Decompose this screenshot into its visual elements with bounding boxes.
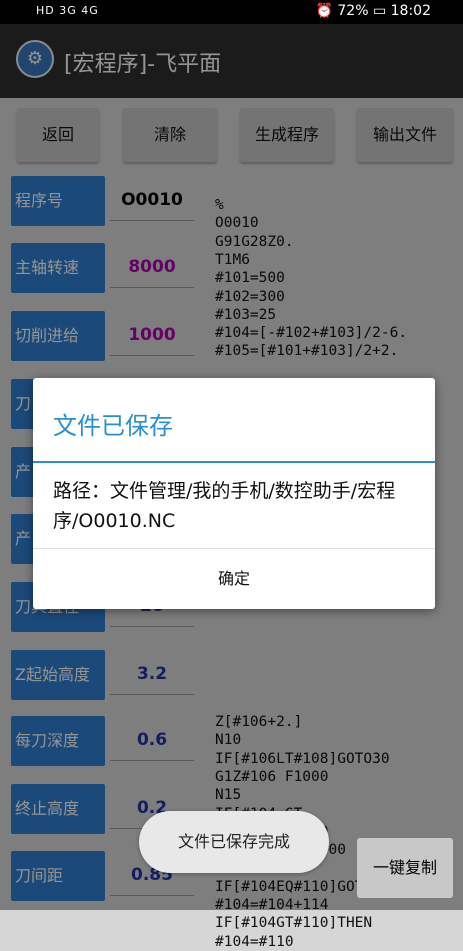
- status-right: ⏰ 72% ▭ 18:02: [315, 3, 431, 19]
- toast-message: 文件已保存完成: [139, 811, 329, 873]
- save-dialog: 文件已保存 路径：文件管理/我的手机/数控助手/宏程序/O0010.NC 确定: [33, 378, 435, 609]
- dialog-divider: [33, 461, 435, 463]
- clock: 18:02: [390, 3, 431, 19]
- ok-button[interactable]: 确定: [33, 549, 435, 609]
- copy-button[interactable]: 一键复制: [357, 838, 453, 898]
- battery-percent: 72%: [337, 3, 369, 19]
- status-bar: HD 3G 4G ⏰ 72% ▭ 18:02: [0, 0, 463, 24]
- alarm-icon: ⏰: [315, 3, 333, 19]
- battery-icon: ▭: [372, 3, 387, 19]
- code-line: #104=#110: [215, 933, 294, 950]
- dialog-message: 路径：文件管理/我的手机/数控助手/宏程序/O0010.NC: [53, 480, 396, 532]
- dialog-title: 文件已保存: [53, 412, 173, 440]
- code-line: IF[#104GT#110]THEN: [215, 915, 373, 932]
- signal-indicators: HD 3G 4G: [36, 4, 99, 17]
